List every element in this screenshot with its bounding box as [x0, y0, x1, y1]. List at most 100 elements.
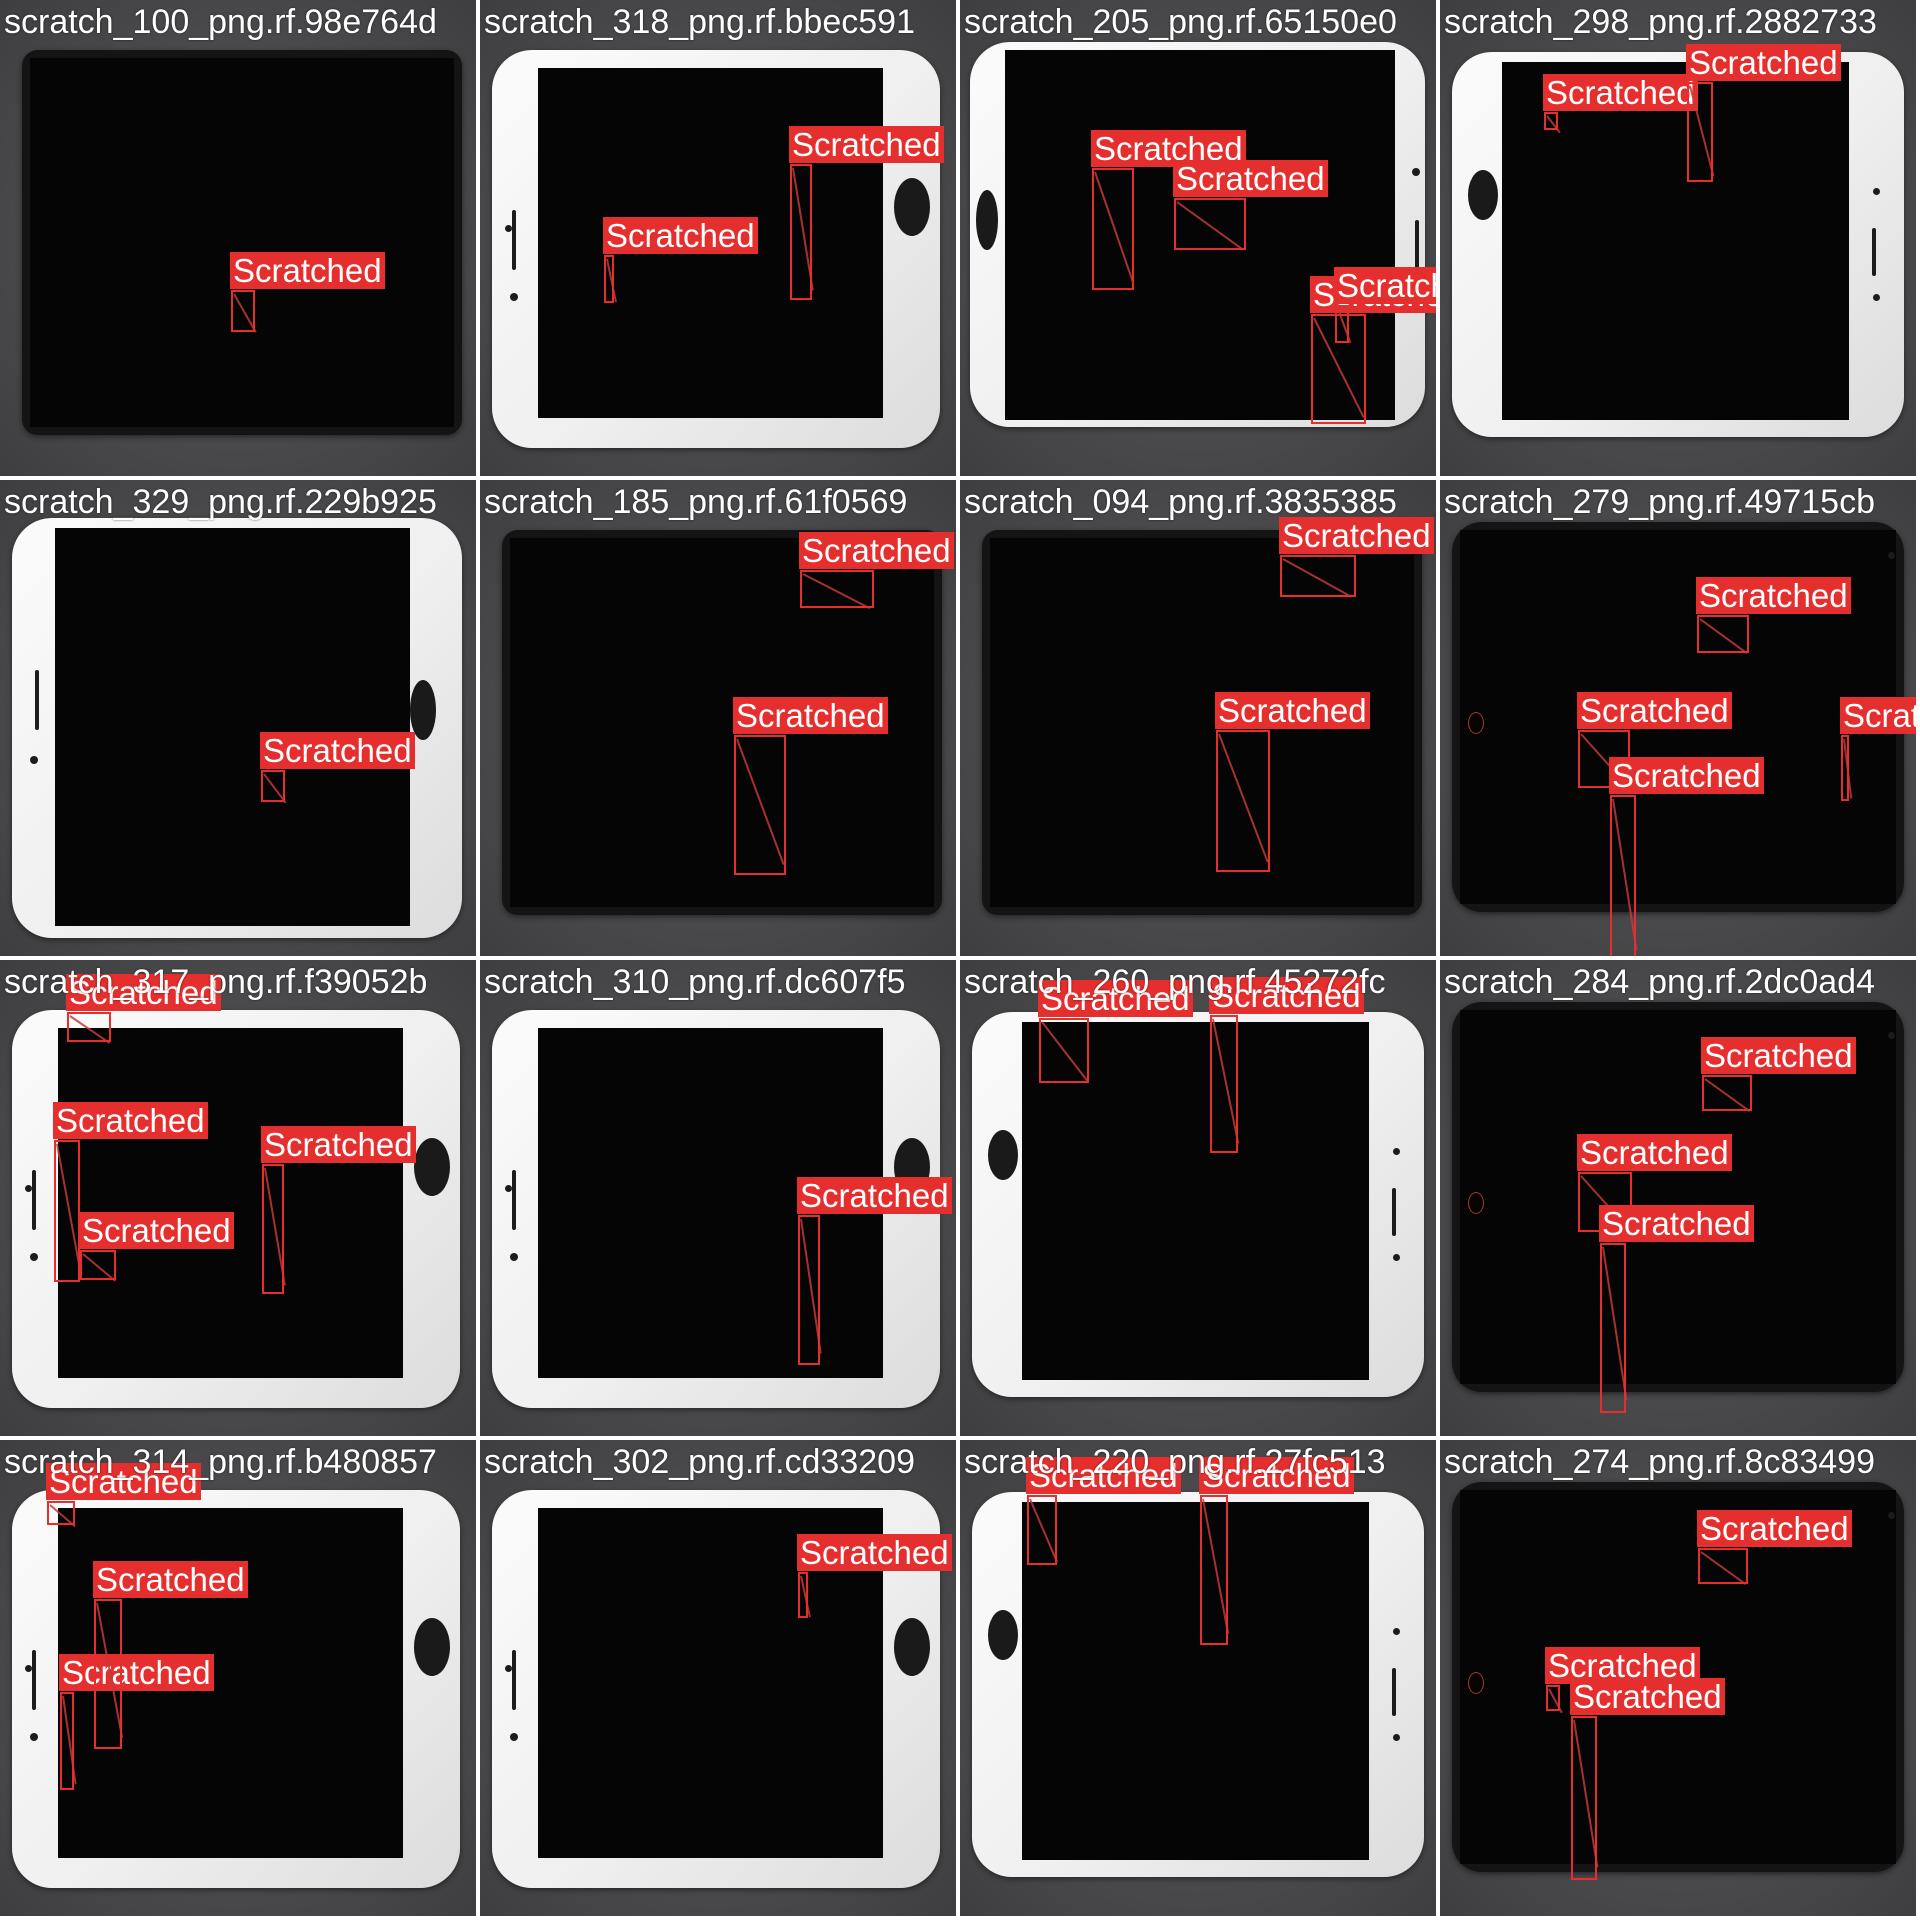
detection-label: Scratched	[1570, 1678, 1725, 1715]
detection-box	[231, 290, 255, 332]
detection-label: Scratched	[53, 1102, 208, 1139]
detection-box	[80, 1250, 116, 1280]
detection-box	[1544, 112, 1558, 130]
detection-label: Scratched	[1279, 517, 1434, 554]
sensor-dot	[505, 1185, 512, 1192]
sensor-dot	[25, 1185, 32, 1192]
speaker-slot	[1872, 228, 1876, 276]
detection-box	[1610, 795, 1636, 956]
image-filename: scratch_318_png.rf.bbec591	[484, 3, 915, 41]
detection-box	[60, 1692, 74, 1790]
image-filename: scratch_317_png.rf.f39052b	[4, 963, 428, 1001]
image-filename: scratch_314_png.rf.b480857	[4, 1443, 437, 1481]
detection-box	[1210, 1015, 1238, 1153]
detection-box	[1841, 735, 1849, 801]
speaker-slot	[512, 1170, 516, 1230]
phone-screen	[58, 1028, 403, 1378]
detection-box	[1027, 1495, 1057, 1565]
sensor-dot	[1873, 188, 1880, 195]
detection-box	[1600, 1243, 1626, 1413]
image-tile: Scratched Scratched scratch_220_png.rf.27f…	[960, 1440, 1436, 1916]
image-filename: scratch_310_png.rf.dc607f5	[484, 963, 906, 1001]
detection-box	[1039, 1018, 1089, 1083]
image-tile: Scratched Scratched scratch_094_png.rf.383…	[960, 480, 1436, 956]
sensor-dot	[1393, 1254, 1400, 1261]
detection-label: Scrat	[1840, 697, 1916, 734]
detection-mosaic: Scratched scratch_100_png.rf.98e764d Scrat…	[0, 0, 1920, 1920]
image-filename: scratch_284_png.rf.2dc0ad4	[1444, 963, 1875, 1001]
image-filename: scratch_260_png.rf.45272fc	[964, 963, 1386, 1001]
image-filename: scratch_298_png.rf.2882733	[1444, 3, 1877, 41]
detection-box	[800, 570, 874, 608]
speaker-slot	[512, 210, 516, 270]
detection-label: Scratched	[797, 1534, 952, 1571]
detection-box	[734, 735, 786, 875]
detection-label: Scratched	[789, 126, 944, 163]
home-button	[894, 178, 930, 236]
detection-box	[262, 1164, 284, 1294]
detection-label: Scratched	[79, 1212, 234, 1249]
camera-ring	[1468, 712, 1484, 734]
detection-label: Scratched	[799, 532, 954, 569]
camera-ring	[1468, 1192, 1484, 1214]
image-tile: Scratched Scratched Scratched scratch_274_p…	[1440, 1440, 1916, 1916]
detection-box	[94, 1599, 122, 1749]
phone-screen	[30, 58, 454, 427]
sensor-dot	[1888, 552, 1895, 559]
home-button	[414, 1618, 450, 1676]
sensor-dot	[30, 1253, 38, 1261]
image-tile: Scratched scratch_310_png.rf.dc607f5	[480, 960, 956, 1436]
home-button	[894, 1618, 930, 1676]
detection-label: Scratched	[59, 1654, 214, 1691]
image-tile: Scratched Scratched Scratched Scrat scratch_…	[1440, 480, 1916, 956]
sensor-dot	[510, 1733, 518, 1741]
detection-label: Scratched	[733, 697, 888, 734]
image-tile: Scratched Scratched scratch_318_png.rf.bbe…	[480, 0, 956, 476]
detection-box	[1335, 305, 1349, 343]
detection-box	[1174, 198, 1246, 250]
sensor-dot	[1873, 294, 1880, 301]
detection-box	[1216, 730, 1270, 872]
phone-screen	[55, 528, 410, 926]
image-filename: scratch_329_png.rf.229b925	[4, 483, 437, 521]
sensor-dot	[510, 293, 518, 301]
image-filename: scratch_205_png.rf.65150e0	[964, 3, 1397, 41]
sensor-dot	[1393, 1628, 1400, 1635]
sensor-dot	[505, 225, 512, 232]
detection-label: Scratched	[1701, 1037, 1856, 1074]
home-button	[414, 1138, 450, 1196]
image-filename: scratch_100_png.rf.98e764d	[4, 3, 437, 41]
sensor-dot	[1888, 1512, 1895, 1519]
detection-label: Scratched	[230, 252, 385, 289]
detection-label: Scratched	[1173, 160, 1328, 197]
image-tile: ScratchedScratchedScratchedScratchedscra…	[960, 0, 1436, 476]
home-button	[410, 680, 436, 740]
home-button	[1468, 170, 1498, 220]
detection-label: Scratched	[1215, 692, 1370, 729]
detection-box	[1280, 555, 1356, 597]
home-button	[988, 1130, 1018, 1180]
detection-label: Scratched	[93, 1561, 248, 1598]
detection-box	[1698, 1548, 1748, 1584]
image-tile: Scratched scratch_100_png.rf.98e764d	[0, 0, 476, 476]
detection-label: Scratched	[797, 1177, 952, 1214]
detection-box	[261, 770, 285, 802]
detection-box	[1697, 615, 1749, 653]
detection-box	[798, 1572, 808, 1618]
phone-screen	[1022, 1502, 1369, 1860]
detection-box	[54, 1140, 80, 1282]
detection-box	[604, 255, 614, 303]
camera-ring	[1468, 1672, 1484, 1694]
detection-box	[1200, 1495, 1228, 1645]
detection-box	[790, 164, 812, 300]
image-filename: scratch_279_png.rf.49715cb	[1444, 483, 1875, 521]
detection-label: Scratched	[1599, 1205, 1754, 1242]
detection-box	[1092, 168, 1134, 290]
image-tile: Scratched Scratched Scratched scratch_284_p…	[1440, 960, 1916, 1436]
detection-label: Scratched	[1686, 44, 1841, 81]
home-button	[988, 1610, 1018, 1660]
image-filename: scratch_274_png.rf.8c83499	[1444, 1443, 1875, 1481]
detection-label: Scratched	[1577, 1134, 1732, 1171]
detection-box	[67, 1012, 111, 1042]
sensor-dot	[25, 1665, 32, 1672]
